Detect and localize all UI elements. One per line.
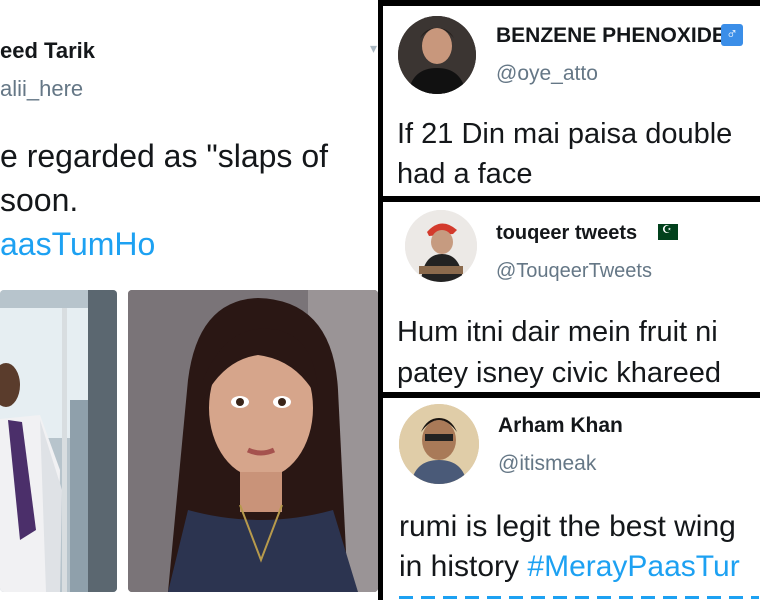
author-name[interactable]: touqeer tweets	[496, 222, 637, 245]
author-handle[interactable]: @itismeak	[498, 452, 596, 476]
tweet-text-line-2: in history #MerayPaasTur	[399, 548, 740, 586]
tweet-card-2[interactable]: touqeer tweets ☪ @TouqeerTweets Hum itni…	[383, 202, 760, 392]
tweet-text-line-1: e regarded as "slaps of	[0, 138, 328, 174]
avatar-image	[405, 210, 477, 282]
author-handle[interactable]: @TouqeerTweets	[496, 260, 652, 283]
author-handle[interactable]: alii_here	[0, 76, 83, 102]
avatar[interactable]	[398, 16, 476, 94]
hashtag-link[interactable]: aasTumHo	[0, 224, 155, 264]
hashtag-link[interactable]: #MerayPaasTur	[527, 550, 739, 583]
tweet-text-line-1: rumi is legit the best wing	[399, 510, 736, 543]
tweet-text-line-2: patey isney civic khareed	[397, 357, 721, 389]
tweet-card-1[interactable]: BENZENE PHENOXIDE ♂ @oye_atto If 21 Din …	[383, 6, 760, 196]
office-scene-image	[0, 290, 117, 592]
chevron-down-icon[interactable]: ▾	[370, 40, 377, 57]
flag-pakistan-icon: ☪	[653, 224, 678, 240]
left-tweet-card[interactable]: eed Tarik ▾ alii_here e regarded as "sla…	[0, 0, 378, 600]
avatar[interactable]	[405, 210, 477, 282]
author-name[interactable]: eed Tarik	[0, 38, 95, 64]
tweet-text-line-2: soon.	[0, 182, 79, 218]
hashtag-link-cropped[interactable]	[399, 590, 759, 600]
woman-portrait-image	[128, 290, 378, 592]
tweet-text-prefix: in history	[399, 550, 528, 583]
tweet-text-line-1: If 21 Din mai paisa double	[397, 118, 733, 150]
male-badge-icon: ♂	[721, 24, 743, 46]
author-name[interactable]: Arham Khan	[498, 414, 623, 438]
author-name[interactable]: BENZENE PHENOXIDE	[496, 24, 726, 48]
tweet-card-3[interactable]: Arham Khan @itismeak rumi is legit the b…	[383, 398, 760, 600]
avatar[interactable]	[399, 404, 479, 484]
author-handle[interactable]: @oye_atto	[496, 62, 598, 86]
tweet-text-line-2: had a face	[397, 158, 533, 190]
avatar-image	[399, 404, 479, 484]
avatar-image	[398, 16, 476, 94]
tweet-media-image-2[interactable]	[128, 290, 378, 592]
tweet-text-line-1: Hum itni dair mein fruit ni	[397, 316, 718, 348]
tweet-media-image-1[interactable]	[0, 290, 117, 592]
